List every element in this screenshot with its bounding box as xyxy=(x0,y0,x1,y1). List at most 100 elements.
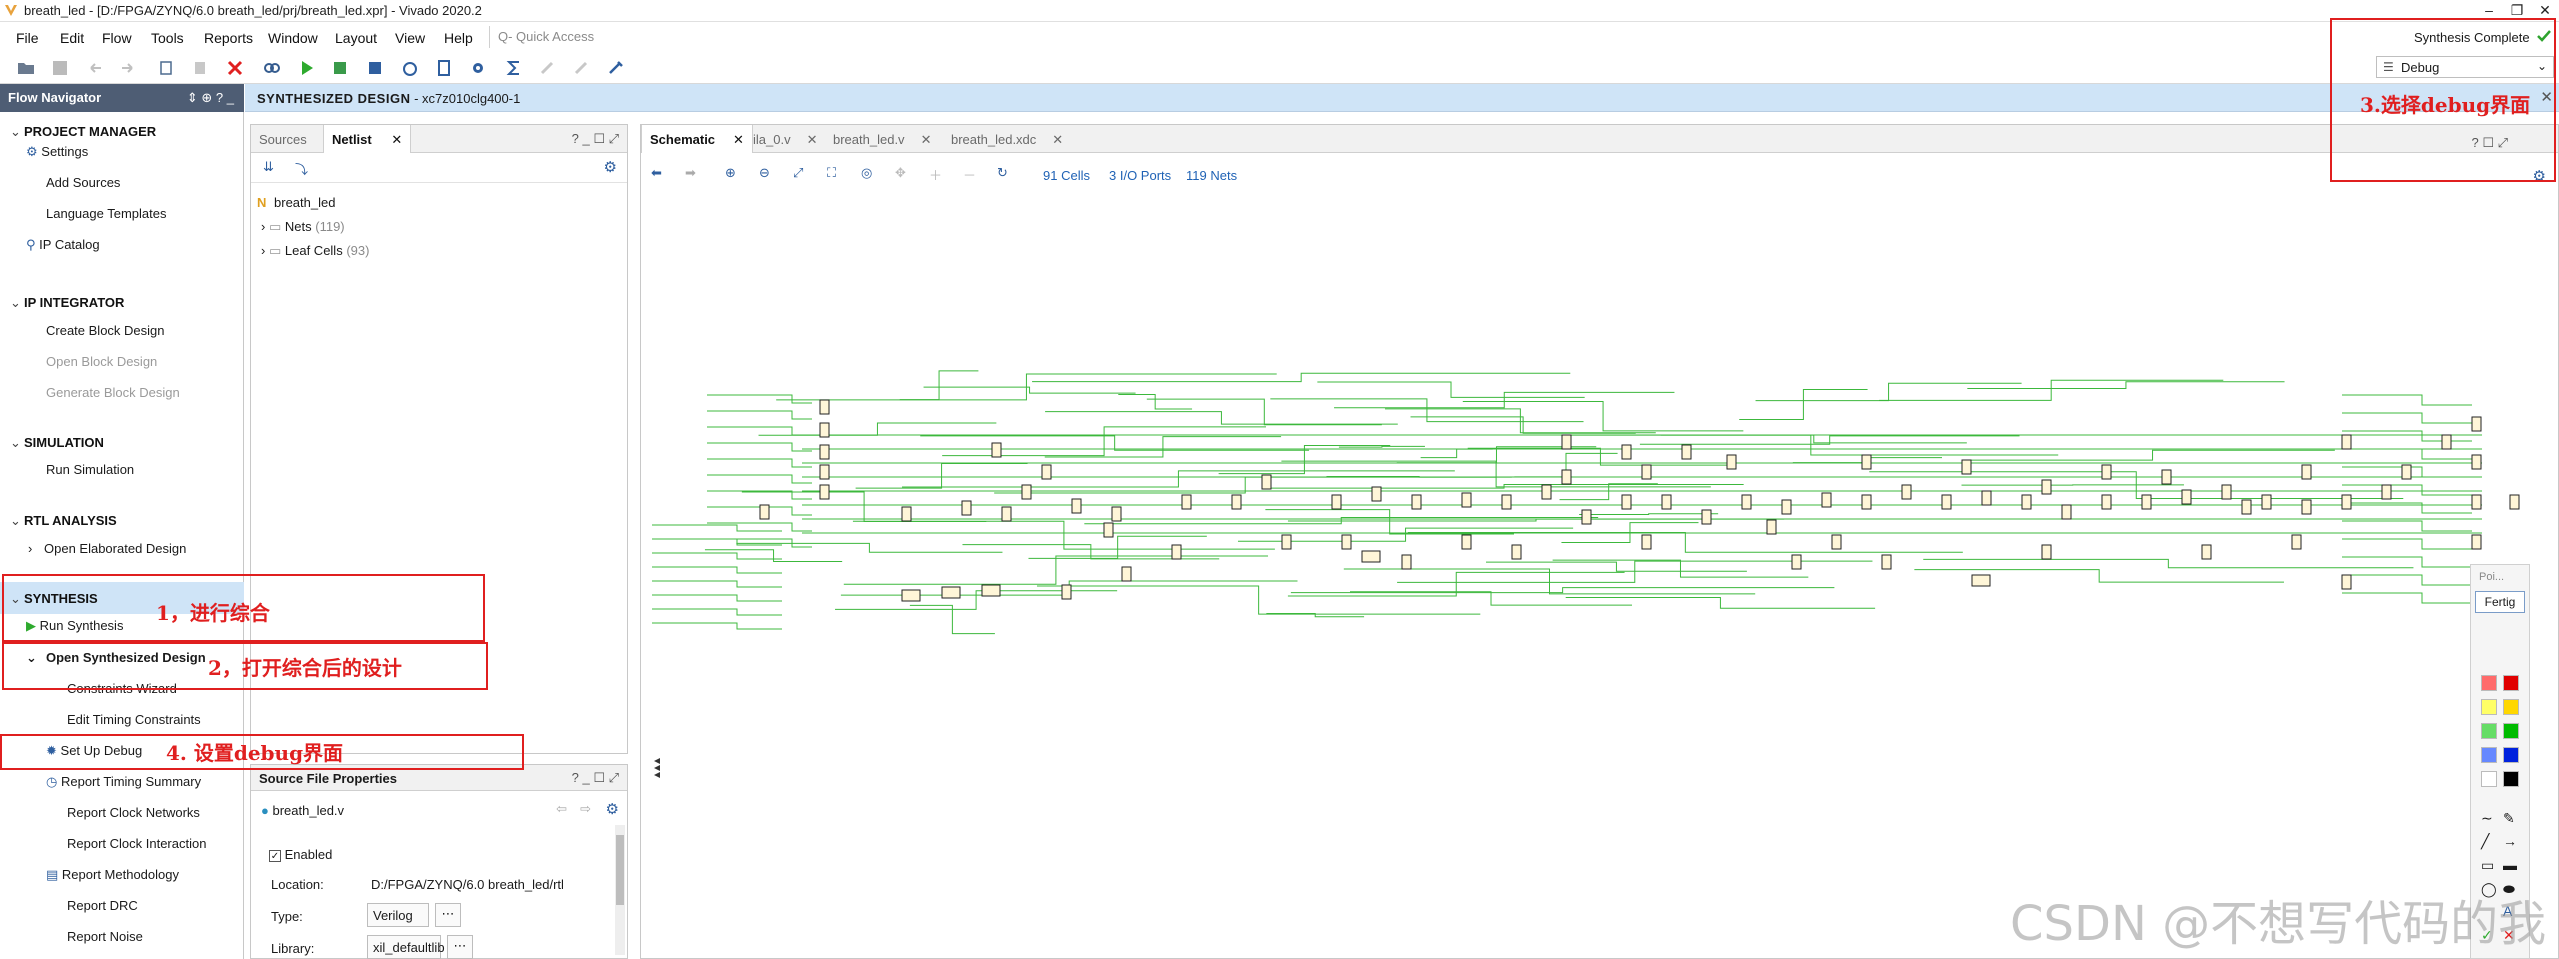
copy-icon[interactable] xyxy=(156,59,176,77)
remove-icon[interactable]: － xyxy=(963,165,976,184)
report-icon[interactable] xyxy=(434,59,454,77)
close-tab-icon[interactable]: ✕ xyxy=(921,132,932,147)
color-swatch[interactable] xyxy=(2503,723,2519,739)
open-project-icon[interactable] xyxy=(16,59,36,77)
color-swatch[interactable] xyxy=(2503,675,2519,691)
back-icon[interactable]: ⬅ xyxy=(651,165,662,181)
marker-icon[interactable]: ✎ xyxy=(2503,810,2515,827)
type-value[interactable]: Verilog xyxy=(367,903,429,927)
nav-report-methodology[interactable]: ▤ Report Methodology xyxy=(46,867,179,883)
color-swatch[interactable] xyxy=(2503,771,2519,787)
forward-arrow-icon[interactable]: ⇨ xyxy=(580,801,591,817)
zoom-in-icon[interactable]: ⊕ xyxy=(725,165,736,181)
close-window-icon[interactable]: ✕ xyxy=(2532,1,2558,19)
expand-icon[interactable]: ⤵ xyxy=(295,159,308,178)
nav-report-clock-interaction[interactable]: Report Clock Interaction xyxy=(67,836,206,851)
select-icon[interactable]: ◎ xyxy=(861,165,872,181)
nav-edit-timing-constraints[interactable]: Edit Timing Constraints xyxy=(67,712,201,727)
zoom-fit-icon[interactable]: ⤢ xyxy=(793,165,803,181)
nav-open-elaborated-design[interactable]: › Open Elaborated Design xyxy=(28,541,186,556)
timer-icon[interactable] xyxy=(400,59,420,77)
library-more-button[interactable]: ⋯ xyxy=(447,935,473,959)
nav-run-simulation[interactable]: Run Simulation xyxy=(46,462,134,477)
zoom-area-icon[interactable]: ⛶ xyxy=(827,165,836,181)
cells-count-link[interactable]: 91 Cells xyxy=(1043,168,1090,183)
menu-reports[interactable]: Reports xyxy=(204,30,253,46)
maximize-icon[interactable]: ❐ xyxy=(2504,1,2530,19)
io-ports-link[interactable]: 3 I/O Ports xyxy=(1109,168,1171,183)
section-ip-integrator[interactable]: ⌄ IP INTEGRATOR xyxy=(10,295,124,311)
menu-tools[interactable]: Tools xyxy=(151,30,184,46)
close-tab-icon[interactable]: ✕ xyxy=(391,132,402,147)
menu-help[interactable]: Help xyxy=(444,30,473,46)
nav-generate-block-design[interactable]: Generate Block Design xyxy=(46,385,180,400)
line-icon[interactable]: ╱ xyxy=(2481,833,2489,850)
menu-flow[interactable]: Flow xyxy=(102,30,132,46)
color-swatch[interactable] xyxy=(2481,723,2497,739)
tab-breath-led-v[interactable]: breath_led.v ✕ xyxy=(825,125,939,153)
nav-report-drc[interactable]: Report DRC xyxy=(67,898,138,913)
tab-ila[interactable]: ila_0.v ✕ xyxy=(745,125,825,153)
forward-icon[interactable]: ➡ xyxy=(685,165,696,181)
tab-schematic[interactable]: Schematic ✕ xyxy=(641,125,753,153)
autofit-icon[interactable]: ✥ xyxy=(895,165,906,181)
color-swatch[interactable] xyxy=(2503,699,2519,715)
menu-layout[interactable]: Layout xyxy=(335,30,377,46)
program-icon[interactable] xyxy=(330,59,350,77)
color-swatch[interactable] xyxy=(2481,699,2497,715)
close-tab-icon[interactable]: ✕ xyxy=(733,132,744,147)
close-tab-icon[interactable]: ✕ xyxy=(807,132,818,147)
color-swatch[interactable] xyxy=(2503,747,2519,763)
color-swatch[interactable] xyxy=(2481,747,2497,763)
menu-window[interactable]: Window xyxy=(268,30,318,46)
zoom-out-icon[interactable]: ⊖ xyxy=(759,165,770,181)
disabled-tool-icon[interactable] xyxy=(538,59,558,77)
collapse-all-icon[interactable]: ⇊ xyxy=(263,159,274,175)
panel-controls[interactable]: ? _ ☐ ⤢ xyxy=(572,770,619,786)
nets-link[interactable]: 119 Nets xyxy=(1186,168,1237,183)
nav-report-timing-summary[interactable]: ◷ Report Timing Summary xyxy=(46,774,201,790)
section-simulation[interactable]: ⌄ SIMULATION xyxy=(10,435,104,451)
props-gear-icon[interactable]: ⚙ xyxy=(606,800,619,818)
panel-controls[interactable]: ? _ ☐ ⤢ xyxy=(572,131,619,147)
pen-icon[interactable]: ∼ xyxy=(2481,810,2493,827)
section-project-manager[interactable]: ⌄ PROJECT MANAGER xyxy=(10,124,156,140)
minimize-icon[interactable]: – xyxy=(2476,1,2502,19)
library-value[interactable]: xil_defaultlib xyxy=(367,935,445,959)
sigma-icon[interactable] xyxy=(504,59,524,77)
nav-settings[interactable]: ⚙ Settings xyxy=(26,144,88,160)
debug-tool-icon[interactable] xyxy=(606,59,626,77)
run-icon[interactable] xyxy=(297,59,317,77)
delete-icon[interactable] xyxy=(225,59,245,77)
menu-view[interactable]: View xyxy=(395,30,425,46)
schematic-canvas[interactable] xyxy=(642,195,2557,957)
type-more-button[interactable]: ⋯ xyxy=(435,903,461,927)
tab-breath-led-xdc[interactable]: breath_led.xdc ✕ xyxy=(943,125,1071,153)
netlist-nets[interactable]: › ▭ Nets (119) xyxy=(261,219,345,235)
netlist-root[interactable]: N breath_led xyxy=(257,195,335,210)
nav-language-templates[interactable]: Language Templates xyxy=(46,206,166,221)
undo-icon[interactable] xyxy=(85,59,105,77)
redo-icon[interactable] xyxy=(118,59,138,77)
step-icon[interactable] xyxy=(365,59,385,77)
panel-gear-icon[interactable]: ⚙ xyxy=(604,158,617,176)
netlist-leaf-cells[interactable]: › ▭ Leaf Cells (93) xyxy=(261,243,369,259)
nav-add-sources[interactable]: Add Sources xyxy=(46,175,120,190)
rectangle-icon[interactable]: ▭ xyxy=(2481,857,2494,874)
fertig-button[interactable]: Fertig xyxy=(2475,591,2525,613)
color-swatch[interactable] xyxy=(2481,675,2497,691)
menu-edit[interactable]: Edit xyxy=(60,30,84,46)
save-icon[interactable] xyxy=(50,59,70,77)
quick-access-input[interactable]: Q- Quick Access xyxy=(489,26,649,48)
nav-create-block-design[interactable]: Create Block Design xyxy=(46,323,165,338)
color-swatch[interactable] xyxy=(2481,771,2497,787)
arrow-icon[interactable]: → xyxy=(2503,833,2517,849)
paste-icon[interactable] xyxy=(190,59,210,77)
props-scrollbar[interactable] xyxy=(615,825,625,955)
nav-report-clock-networks[interactable]: Report Clock Networks xyxy=(67,805,200,820)
filled-rectangle-icon[interactable]: ▬ xyxy=(2503,857,2517,873)
scrollbar-thumb[interactable] xyxy=(616,835,624,905)
tab-netlist[interactable]: Netlist ✕ xyxy=(323,125,412,153)
nav-report-noise[interactable]: Report Noise xyxy=(67,929,143,944)
tab-sources[interactable]: Sources xyxy=(251,125,315,153)
